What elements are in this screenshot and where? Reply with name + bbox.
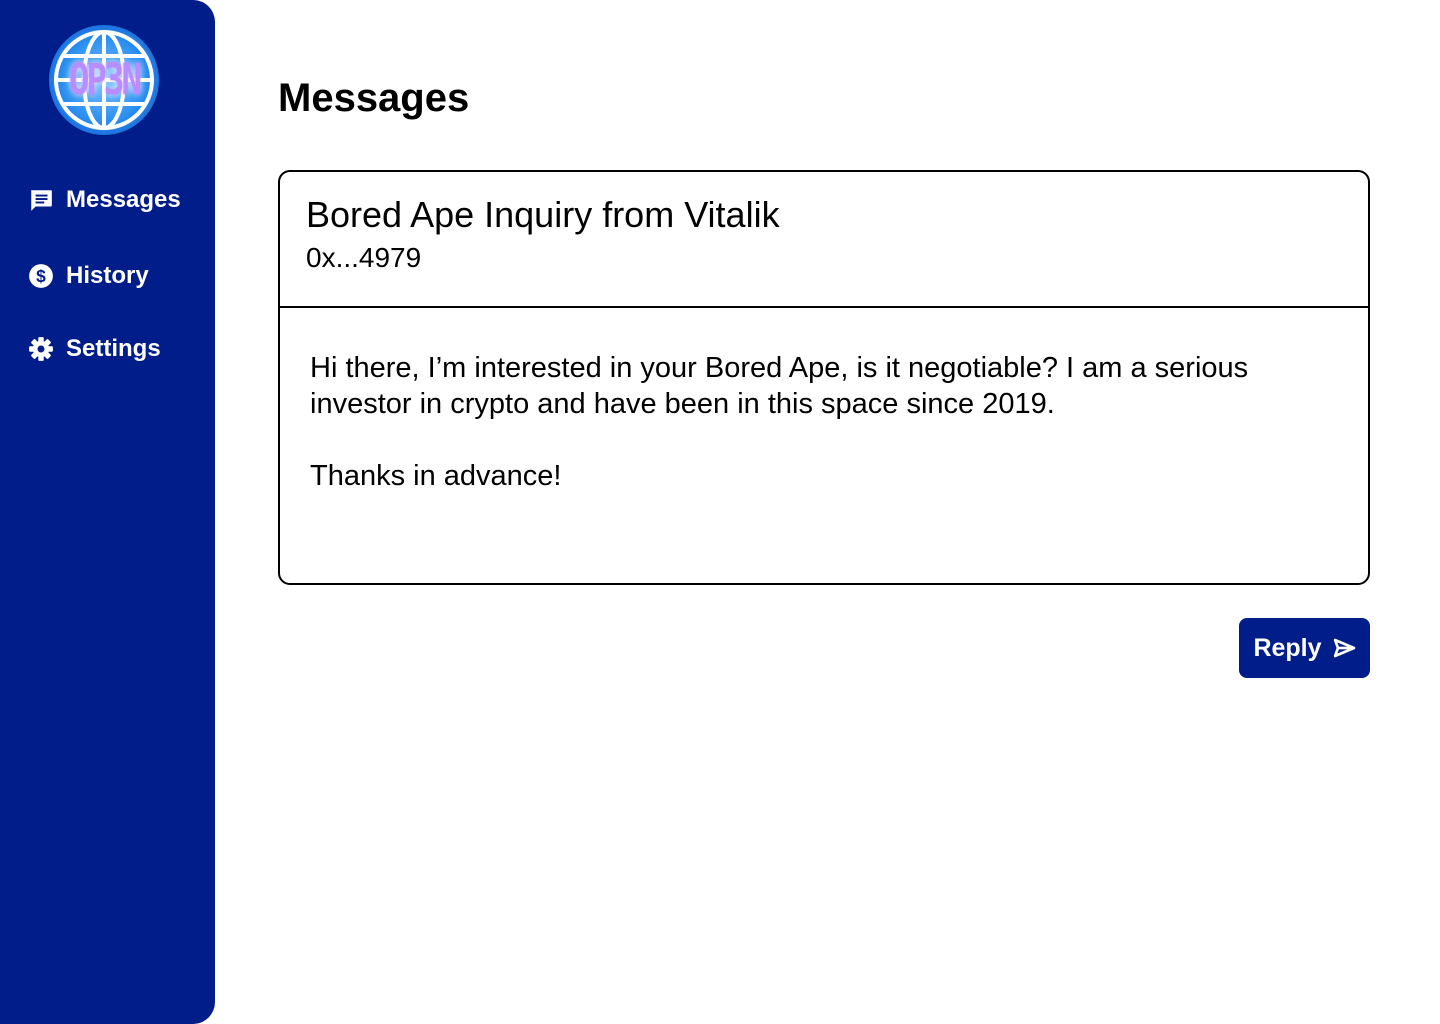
page-title: Messages <box>278 76 470 120</box>
dollar-icon: $ <box>29 264 53 288</box>
message-subject: Bored Ape Inquiry from Vitalik <box>306 194 780 235</box>
logo-text: OP3N <box>69 55 142 105</box>
send-arrow-icon <box>1333 638 1355 658</box>
message-paragraph: Thanks in advance! <box>310 460 562 492</box>
sidebar-item-label: Messages <box>66 186 181 213</box>
message-card: Bored Ape Inquiry from Vitalik 0x...4979… <box>278 170 1370 585</box>
sidebar-item-label: History <box>66 262 149 289</box>
sidebar-item-messages[interactable]: Messages <box>28 186 181 214</box>
sidebar-item-settings[interactable]: Settings <box>28 335 161 363</box>
reply-button[interactable]: Reply <box>1239 618 1370 678</box>
message-header: Bored Ape Inquiry from Vitalik 0x...4979 <box>280 172 1368 308</box>
sidebar: OP3N Messages $ History Settings <box>0 0 215 1024</box>
message-paragraph: Hi there, I’m interested in your Bored A… <box>310 352 1249 420</box>
message-body: Hi there, I’m interested in your Bored A… <box>280 308 1368 494</box>
sidebar-item-label: Settings <box>66 335 161 362</box>
reply-button-label: Reply <box>1253 633 1322 662</box>
svg-text:$: $ <box>36 266 46 286</box>
gear-icon <box>29 337 53 361</box>
message-icon <box>31 190 52 211</box>
message-sender-address: 0x...4979 <box>306 242 422 273</box>
sidebar-item-history[interactable]: $ History <box>28 262 149 290</box>
op3n-logo[interactable]: OP3N <box>48 24 160 136</box>
